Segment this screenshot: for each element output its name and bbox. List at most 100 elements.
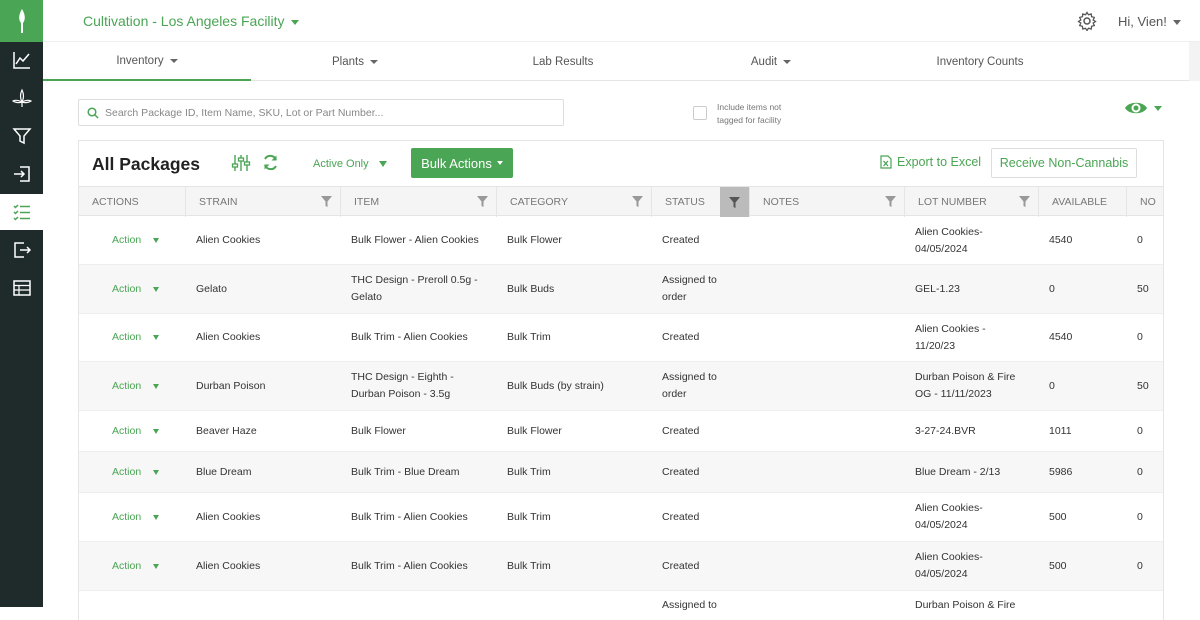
column-label: ACTIONS <box>92 196 139 208</box>
cell-line: 0 <box>1137 510 1143 523</box>
cell-no: 50 <box>1137 362 1161 410</box>
sign-out-icon[interactable] <box>0 232 43 268</box>
cell-line: Assigned to <box>662 599 717 611</box>
cell-line: 500 <box>1049 559 1067 572</box>
refresh-icon[interactable] <box>262 154 279 171</box>
tab-inventory[interactable]: Inventory <box>43 42 251 81</box>
column-header-status[interactable]: STATUS <box>652 187 750 217</box>
chevron-down-icon[interactable] <box>379 161 387 167</box>
table-header: ACTIONS STRAIN ITEM CATEGORY STATUS NOTES LOT … <box>79 186 1163 217</box>
page-title: All Packages <box>92 154 200 174</box>
cell-line: Created <box>662 510 700 523</box>
column-header-item[interactable]: ITEM <box>341 187 497 217</box>
column-header-category[interactable]: CATEGORY <box>497 187 652 217</box>
cell-category: Bulk Buds (by strain) <box>507 362 646 410</box>
top-bar: Cultivation - Los Angeles Facility Hi, V… <box>43 0 1200 42</box>
column-header-actions[interactable]: ACTIONS <box>79 187 186 217</box>
leaf-logo-icon[interactable] <box>0 0 43 42</box>
table-row[interactable]: Assigned to Durban Poison & Fire <box>79 591 1163 620</box>
chevron-down-icon[interactable] <box>153 428 159 434</box>
cell-line: Bulk Buds <box>507 282 555 295</box>
gear-icon[interactable] <box>1077 11 1097 31</box>
chevron-down-icon <box>496 161 503 165</box>
cell-line: Alien Cookies <box>196 331 261 343</box>
tab-audit[interactable]: Audit <box>667 42 875 81</box>
column-header-notes[interactable]: NOTES <box>750 187 905 217</box>
cell-line: 0 <box>1137 331 1143 343</box>
tab-lab-results[interactable]: Lab Results <box>459 42 667 81</box>
search-input[interactable] <box>105 104 555 122</box>
chevron-down-icon[interactable] <box>153 563 159 569</box>
filter-icon[interactable] <box>477 196 488 210</box>
table-row[interactable]: Action Durban Poison THC Design - Eighth -… <box>79 362 1163 411</box>
column-header-lot-number[interactable]: LOT NUMBER <box>905 187 1039 217</box>
tab-inventory-counts[interactable]: Inventory Counts <box>875 42 1085 81</box>
cell-line: Blue Dream - 2/13 <box>915 465 1001 478</box>
table-row[interactable]: Action Beaver Haze Bulk Flower Bulk Flower C… <box>79 411 1163 452</box>
cell-available: 0 <box>1049 265 1121 313</box>
cell-lot: Durban Poison & Fire OG - 11/11/2023 <box>915 362 1033 410</box>
cell-line: Bulk Flower <box>507 234 562 246</box>
cell-line: Alien Cookies <box>196 510 261 523</box>
filter-icon[interactable] <box>885 196 896 210</box>
export-excel-button[interactable]: Export to Excel <box>880 155 981 169</box>
cell-status: Assigned to order <box>662 265 744 313</box>
cell-no: 0 <box>1137 314 1161 361</box>
cell-lot: Alien Cookies - 11/20/23 <box>915 314 1033 361</box>
table-icon[interactable] <box>0 270 43 306</box>
status-filter-select[interactable]: Active Only <box>313 158 369 170</box>
cannabis-icon[interactable] <box>0 80 43 116</box>
chevron-down-icon[interactable] <box>153 335 159 340</box>
filter-icon[interactable] <box>632 196 643 210</box>
cell-category: Bulk Trim <box>507 452 646 492</box>
cell-line: Created <box>662 331 700 343</box>
sliders-icon[interactable] <box>231 154 251 172</box>
cell-line: Alien Cookies <box>196 559 261 572</box>
column-header-available[interactable]: AVAILABLE <box>1039 187 1127 217</box>
chevron-down-icon[interactable] <box>153 383 159 389</box>
cell-status: Created <box>662 314 744 361</box>
column-header-strain[interactable]: STRAIN <box>186 187 341 217</box>
cell-line: Durban Poison <box>196 379 266 392</box>
cell-line: 0 <box>1049 282 1055 295</box>
eye-icon[interactable] <box>1124 100 1148 116</box>
receive-non-cannabis-button[interactable]: Receive Non-Cannabis <box>991 148 1137 178</box>
cell-line: Bulk Flower <box>351 424 406 437</box>
filter-icon[interactable] <box>720 187 749 217</box>
cell-strain: Alien Cookies <box>196 217 335 264</box>
chevron-down-icon[interactable] <box>153 238 159 243</box>
table-row[interactable]: Action Alien Cookies Bulk Trim - Alien Coo… <box>79 542 1163 591</box>
cell-line: Durban Poison - 3.5g <box>351 388 451 400</box>
tab-plants[interactable]: Plants <box>251 42 459 81</box>
checklist-icon[interactable] <box>0 194 43 230</box>
cell-line: Bulk Trim - Alien Cookies <box>351 559 468 572</box>
facility-selector[interactable]: Cultivation - Los Angeles Facility <box>83 13 299 29</box>
table-row[interactable]: Action Alien Cookies Bulk Trim - Alien Coo… <box>79 314 1163 362</box>
table-row[interactable]: Action Alien Cookies Bulk Flower - Alien C… <box>79 217 1163 265</box>
search-icon <box>87 107 99 119</box>
nav-scrollbar[interactable] <box>1189 42 1200 81</box>
chevron-down-icon[interactable] <box>153 286 159 292</box>
include-untagged-checkbox[interactable] <box>693 106 707 120</box>
filter-icon[interactable] <box>1019 196 1030 210</box>
column-label: STATUS <box>665 196 705 208</box>
bulk-actions-button[interactable]: Bulk Actions <box>411 148 513 178</box>
cell-status: Assigned to <box>662 591 744 620</box>
line-chart-icon[interactable] <box>0 42 43 78</box>
table-row[interactable]: Action Gelato THC Design - Preroll 0.5g - G… <box>79 265 1163 314</box>
funnel-icon[interactable] <box>0 118 43 154</box>
filter-icon[interactable] <box>321 196 332 210</box>
column-header-no[interactable]: NO <box>1127 187 1163 217</box>
chevron-down-icon[interactable] <box>153 469 159 475</box>
chevron-down-icon <box>1172 20 1181 26</box>
cell-line: Created <box>662 234 700 246</box>
sign-in-icon[interactable] <box>0 156 43 192</box>
chevron-down-icon[interactable] <box>153 514 159 520</box>
user-menu[interactable]: Hi, Vien! <box>1118 14 1181 29</box>
table-row[interactable]: Action Alien Cookies Bulk Trim - Alien Coo… <box>79 493 1163 542</box>
cell-strain: Alien Cookies <box>196 314 335 361</box>
table-row[interactable]: Action Blue Dream Bulk Trim - Blue Dream Bu… <box>79 452 1163 493</box>
cell-line: 0 <box>1137 465 1143 478</box>
chevron-down-icon[interactable] <box>1154 106 1162 111</box>
packages-panel: All Packages Active Only Bulk Actions Ex… <box>78 140 1164 620</box>
